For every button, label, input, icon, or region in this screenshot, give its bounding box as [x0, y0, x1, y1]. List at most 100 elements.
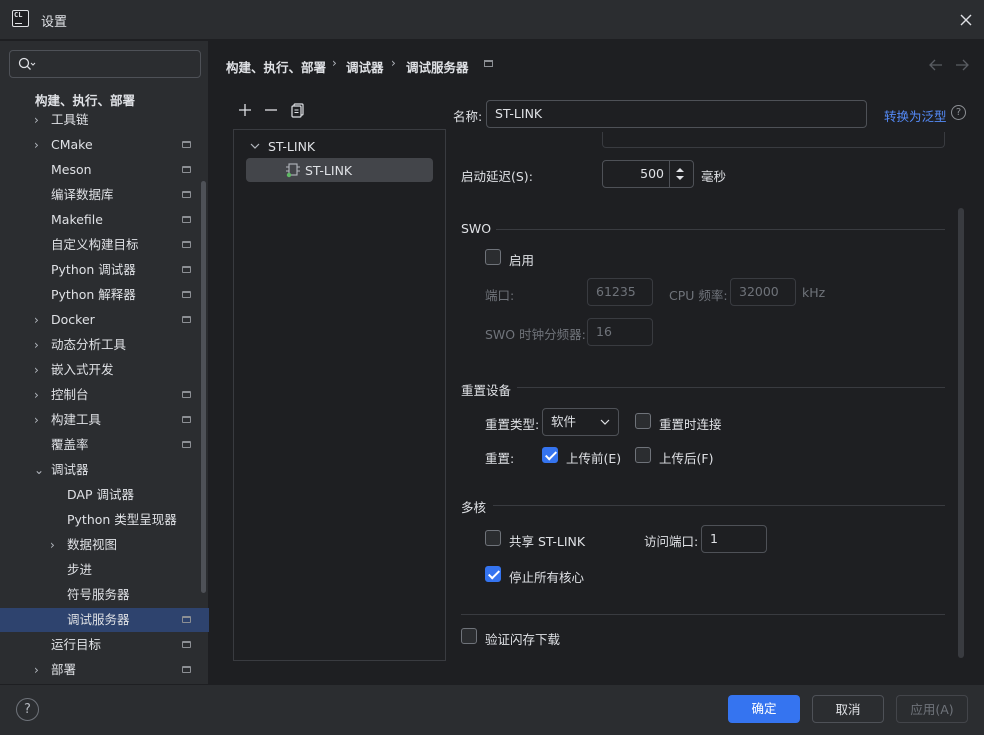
sidebar-item[interactable]: › 工具链	[0, 108, 209, 132]
clion-logo-icon: CL	[12, 10, 29, 27]
breadcrumb-item[interactable]: 调试器	[346, 57, 384, 76]
sidebar-item[interactable]: › 控制台	[0, 383, 209, 407]
debug-server-tree	[233, 129, 446, 661]
name-input[interactable]: ST-LINK	[486, 100, 867, 128]
copy-icon[interactable]	[290, 102, 306, 118]
clipped-field	[602, 132, 945, 148]
sidebar-item[interactable]: › 动态分析工具	[0, 333, 209, 357]
form-scrollbar[interactable]	[958, 208, 964, 658]
close-icon	[960, 14, 972, 26]
reset-before-upload-checkbox[interactable]	[542, 447, 558, 463]
sidebar-item-label: 动态分析工具	[51, 337, 127, 352]
help-hint-icon[interactable]: ?	[951, 105, 966, 120]
apply-button[interactable]: 应用(A)	[896, 695, 968, 723]
verify-flash-checkbox[interactable]	[461, 628, 477, 644]
share-st-link-checkbox[interactable]	[485, 530, 501, 546]
back-arrow-icon[interactable]	[928, 58, 944, 72]
search-field[interactable]	[38, 54, 194, 74]
chevron-right-icon[interactable]: ›	[34, 658, 39, 682]
connect-under-reset-checkbox[interactable]	[635, 413, 651, 429]
sidebar-item[interactable]: DAP 调试器	[0, 483, 209, 507]
close-button[interactable]	[956, 10, 976, 30]
access-port-input[interactable]: 1	[701, 525, 767, 553]
add-icon[interactable]	[237, 102, 253, 118]
sidebar-item[interactable]: 覆盖率	[0, 433, 209, 457]
sidebar-item-label: CMake	[51, 137, 93, 152]
sidebar-item[interactable]: › 嵌入式开发	[0, 358, 209, 382]
sidebar-item-label: 运行目标	[51, 637, 102, 652]
spinner-arrows-icon[interactable]	[673, 166, 687, 182]
halt-all-cores-checkbox[interactable]	[485, 566, 501, 582]
sidebar-item[interactable]: › CMake	[0, 133, 209, 157]
sidebar-item[interactable]: Python 类型呈现器	[0, 508, 209, 532]
reset-section-title: 重置设备	[461, 383, 512, 398]
sidebar-item-label: 工具链	[51, 112, 89, 127]
sidebar-item[interactable]: › 数据视图	[0, 533, 209, 557]
cpu-frequency-input[interactable]: 32000	[730, 278, 796, 306]
forward-arrow-icon[interactable]	[954, 58, 970, 72]
sidebar-item[interactable]: › 部署	[0, 658, 209, 682]
section-divider	[517, 387, 945, 388]
sidebar-item-label: 部署	[51, 662, 77, 677]
chevron-down-icon[interactable]	[249, 141, 261, 151]
reset-type-dropdown[interactable]: 软件	[542, 408, 619, 436]
sidebar-item[interactable]: Meson	[0, 158, 209, 182]
sidebar-item[interactable]: › 构建工具	[0, 408, 209, 432]
sidebar-item-label: DAP 调试器	[67, 487, 134, 502]
sidebar-item-label: 自定义构建目标	[51, 237, 139, 252]
share-st-link-label: 共享 ST-LINK	[509, 534, 586, 549]
tree-group-label[interactable]: ST-LINK	[268, 139, 315, 154]
cancel-button[interactable]: 取消	[812, 695, 884, 723]
startup-delay-spinner[interactable]: 500	[602, 160, 694, 188]
title-bar	[0, 0, 984, 40]
search-icon	[18, 57, 36, 70]
sidebar-item[interactable]: › Docker	[0, 308, 209, 332]
project-pin-icon	[182, 616, 191, 623]
sidebar-scrollbar[interactable]	[201, 181, 206, 593]
reset-after-upload-checkbox[interactable]	[635, 447, 651, 463]
cpu-frequency-label: CPU 频率:	[669, 288, 728, 303]
swo-enable-checkbox[interactable]	[485, 249, 501, 265]
sidebar-item[interactable]: 调试服务器	[0, 608, 209, 632]
project-pin-icon	[182, 441, 191, 448]
debug-server-icon	[286, 163, 300, 178]
chevron-right-icon[interactable]: ›	[34, 308, 39, 332]
reset-after-upload-label: 上传后(F)	[659, 451, 714, 466]
sidebar-item-label: 编译数据库	[51, 187, 114, 202]
swo-port-input[interactable]: 61235	[587, 278, 653, 306]
project-pin-icon	[182, 416, 191, 423]
sidebar-item-label: 符号服务器	[67, 587, 130, 602]
breadcrumb-separator-icon: ›	[391, 56, 396, 70]
sidebar-item[interactable]: Makefile	[0, 208, 209, 232]
sidebar-item-label: 覆盖率	[51, 437, 89, 452]
remove-icon[interactable]	[263, 102, 279, 118]
breadcrumb-item[interactable]: 构建、执行、部署	[226, 57, 326, 76]
window-title: 设置	[41, 15, 68, 30]
sidebar-item[interactable]: 运行目标	[0, 633, 209, 657]
chevron-right-icon[interactable]: ›	[34, 383, 39, 407]
sidebar-item[interactable]: Python 解释器	[0, 283, 209, 307]
sidebar-item[interactable]: 编译数据库	[0, 183, 209, 207]
section-divider	[493, 505, 945, 506]
chevron-right-icon[interactable]: ›	[34, 358, 39, 382]
chevron-right-icon[interactable]: ›	[50, 533, 55, 557]
chevron-right-icon[interactable]: ›	[34, 408, 39, 432]
startup-delay-unit: 毫秒	[701, 169, 727, 184]
sidebar-item[interactable]: 步进	[0, 558, 209, 582]
chevron-right-icon[interactable]: ›	[34, 108, 39, 132]
convert-to-generic-link[interactable]: 转换为泛型	[884, 106, 947, 125]
sidebar-item[interactable]: ⌄ 调试器	[0, 458, 209, 482]
sidebar-item-label: Python 解释器	[51, 287, 136, 302]
project-pin-icon	[182, 166, 191, 173]
swo-divider-input[interactable]: 16	[587, 318, 653, 346]
sidebar-item[interactable]: 自定义构建目标	[0, 233, 209, 257]
help-button[interactable]: ?	[16, 698, 39, 721]
project-pin-icon	[484, 60, 493, 67]
chevron-right-icon[interactable]: ›	[34, 333, 39, 357]
chevron-down-icon[interactable]: ⌄	[34, 458, 44, 482]
settings-search-input[interactable]	[9, 50, 201, 78]
ok-button[interactable]: 确定	[728, 695, 800, 723]
sidebar-item[interactable]: 符号服务器	[0, 583, 209, 607]
sidebar-item[interactable]: Python 调试器	[0, 258, 209, 282]
chevron-right-icon[interactable]: ›	[34, 133, 39, 157]
